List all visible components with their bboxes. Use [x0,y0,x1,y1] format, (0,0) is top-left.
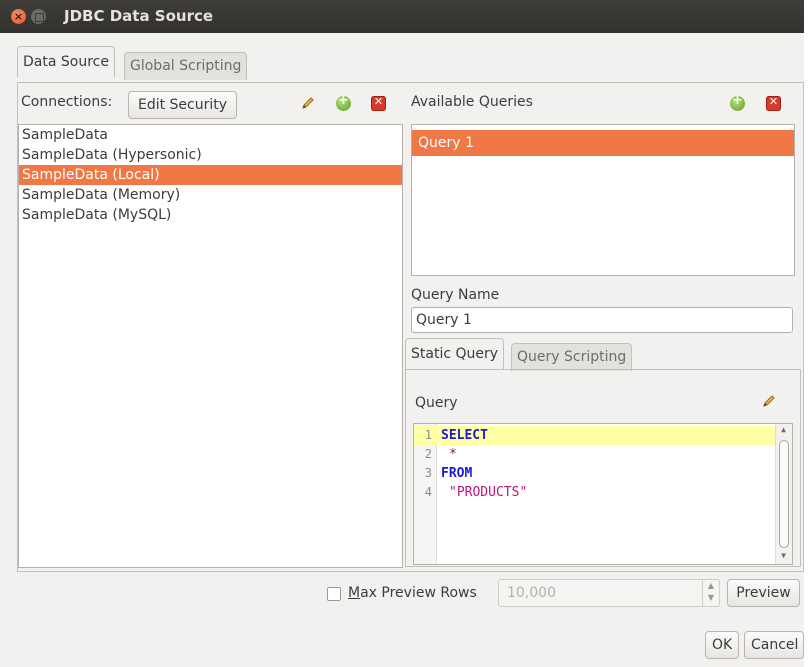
code-line: 4 "PRODUCTS" [414,483,792,502]
queries-list[interactable]: Query 1 [411,124,795,276]
code-text: SELECT [441,428,488,443]
code-text: FROM [441,466,473,481]
max-preview-rows-spinner[interactable]: 10,000 ▲ ▼ [498,579,720,607]
tab-static-query[interactable]: Static Query [405,338,505,369]
code-line: 2 * [414,445,792,464]
window-title: JDBC Data Source [64,7,214,25]
delete-connection-icon[interactable] [371,95,386,111]
max-preview-rows-checkbox[interactable] [327,587,341,601]
title-bar: × JDBC Data Source [0,0,804,33]
code-line: 3 FROM [414,464,792,483]
add-connection-icon[interactable] [336,93,351,111]
connection-item[interactable]: SampleData [19,125,402,145]
code-line: 1 SELECT [414,426,775,445]
queries-items: Query 1 [412,125,794,156]
connection-item[interactable]: SampleData (Local) [19,165,402,185]
close-icon[interactable]: × [11,9,26,24]
max-preview-rows-text: ax Preview Rows [360,585,477,601]
pencil-icon[interactable] [300,96,315,111]
max-preview-rows-value: 10,000 [507,585,556,601]
query-name-label: Query Name [411,287,500,303]
delete-query-icon[interactable] [766,95,781,111]
jdbc-data-source-dialog: × JDBC Data Source Data Source Global Sc… [0,0,809,667]
line-number: 4 [424,485,432,499]
preview-button[interactable]: Preview [727,579,800,607]
scroll-up-arrow-icon[interactable]: ▲ [778,425,789,437]
connections-list[interactable]: SampleData SampleData (Hypersonic) SampleD… [18,124,403,568]
spinner-arrows-icon[interactable]: ▲ ▼ [702,580,719,606]
available-queries-label: Available Queries [411,94,533,110]
editor-vertical-scrollbar[interactable]: ▲ ▼ [775,424,792,564]
tab-global-scripting[interactable]: Global Scripting [124,52,248,80]
connections-label: Connections: [21,94,113,110]
tab-query-scripting[interactable]: Query Scripting [511,343,633,371]
minimize-icon[interactable] [31,9,46,24]
code-text: "PRODUCTS" [449,485,528,500]
connection-item[interactable]: SampleData (MySQL) [19,205,402,225]
query-name-field[interactable]: Query 1 [411,307,793,333]
max-preview-rows-label: Max Preview Rows [348,585,477,601]
ok-button[interactable]: OK [705,631,739,659]
scroll-down-arrow-icon[interactable]: ▼ [778,551,789,563]
scrollbar-thumb[interactable] [779,440,789,548]
line-number: 3 [424,466,432,480]
add-query-icon[interactable] [730,93,745,111]
query-code-editor[interactable]: 1 SELECT 2 * 3 FROM 4 "PRODUCTS" ▲ ▼ [413,423,793,565]
query-item[interactable]: Query 1 [412,130,794,156]
code-text: * [449,447,457,462]
mnemonic-letter: M [348,585,361,601]
connection-item[interactable]: SampleData (Hypersonic) [19,145,402,165]
cancel-button[interactable]: Cancel [744,631,804,659]
pencil-icon[interactable] [761,394,776,409]
edit-security-button[interactable]: Edit Security [128,91,237,119]
query-editor-label: Query [415,395,458,411]
line-number: 2 [424,447,432,461]
line-number: 1 [424,428,432,442]
tab-data-source[interactable]: Data Source [17,46,115,77]
connections-items: SampleData SampleData (Hypersonic) SampleD… [19,125,402,225]
connection-item[interactable]: SampleData (Memory) [19,185,402,205]
